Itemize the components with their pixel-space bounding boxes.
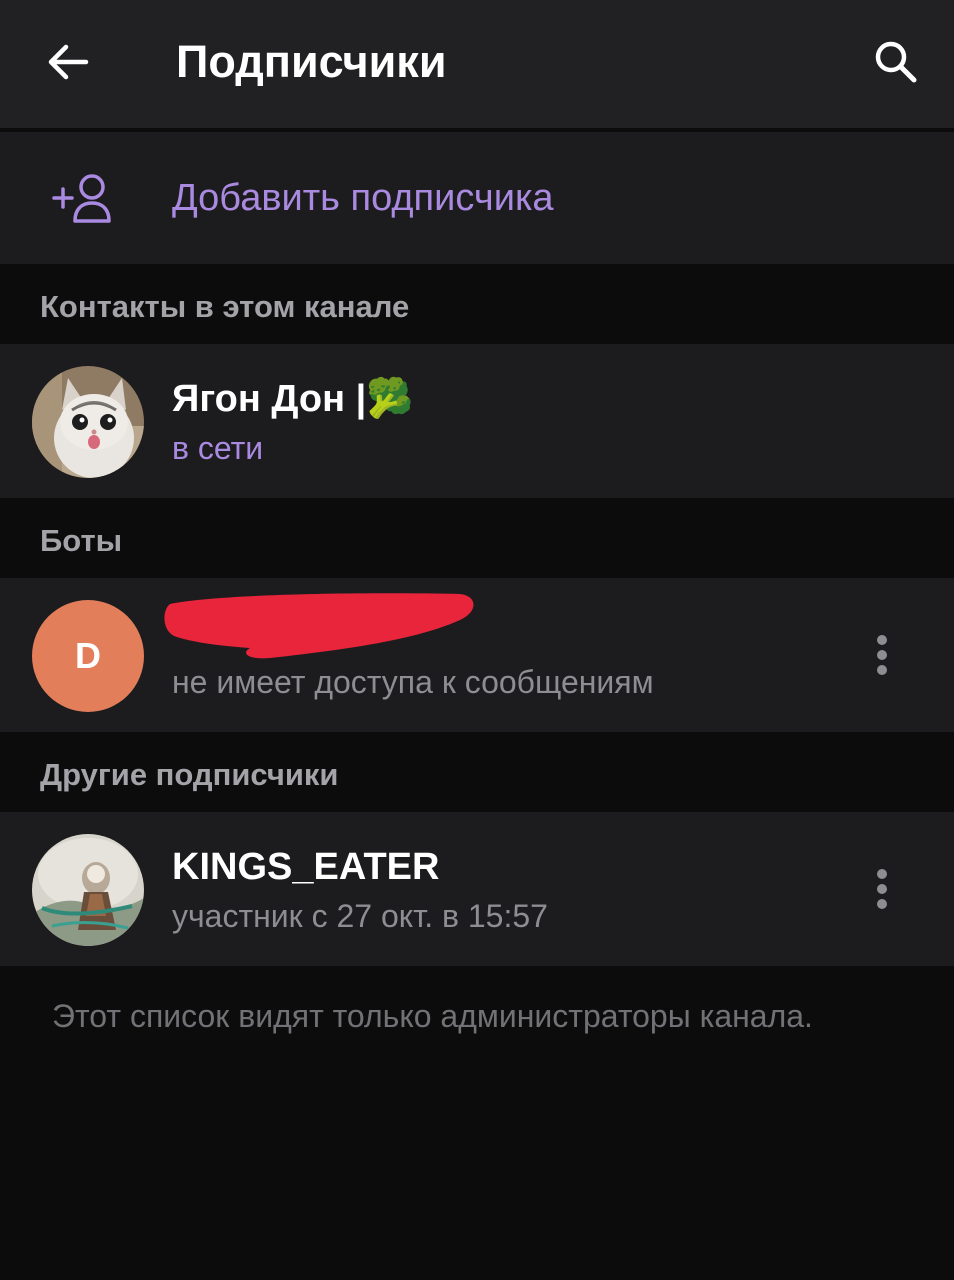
add-user-icon xyxy=(52,174,111,223)
contact-name: Ягон Дон |🥦 xyxy=(172,376,414,422)
avatar xyxy=(32,834,144,946)
avatar xyxy=(32,366,144,478)
subscribers-screen: Подписчики Добавить подписчика Контакты … xyxy=(0,0,954,1280)
redaction-scribble xyxy=(164,593,474,659)
section-label: Контакты в этом канале xyxy=(40,289,410,324)
contact-name-text: Ягон Дон | xyxy=(172,378,367,420)
section-label: Другие подписчики xyxy=(40,757,339,792)
add-subscriber-label: Добавить подписчика xyxy=(172,177,554,219)
more-options-button[interactable] xyxy=(862,630,902,680)
admin-only-note: Этот список видят только администраторы … xyxy=(52,998,813,1034)
avatar: D xyxy=(32,600,144,712)
search-icon xyxy=(875,41,917,83)
bot-status: не имеет доступа к сообщениям xyxy=(172,664,654,700)
add-subscriber-button[interactable]: Добавить подписчика xyxy=(0,132,954,264)
contact-status: в сети xyxy=(172,430,264,466)
section-header-contacts: Контакты в этом канале xyxy=(0,266,954,344)
more-vertical-icon xyxy=(877,869,887,909)
subscriber-status: участник с 27 окт. в 15:57 xyxy=(172,898,548,934)
page-title: Подписчики xyxy=(176,36,447,87)
section-label: Боты xyxy=(40,523,123,558)
more-options-button[interactable] xyxy=(862,864,902,914)
more-vertical-icon xyxy=(877,635,887,675)
section-header-bots: Боты xyxy=(0,500,954,578)
section-header-other: Другие подписчики xyxy=(0,734,954,812)
search-button[interactable] xyxy=(860,28,932,96)
subscriber-name: KINGS_EATER xyxy=(172,846,440,888)
back-button[interactable] xyxy=(30,28,106,96)
arrow-left-icon xyxy=(48,44,89,80)
list-item-subscriber[interactable]: KINGS_EATER участник с 27 окт. в 15:57 xyxy=(0,812,954,966)
broccoli-emoji: 🥦 xyxy=(366,378,414,420)
list-item-contact[interactable]: Ягон Дон |🥦 в сети xyxy=(0,344,954,498)
app-header: Подписчики xyxy=(0,0,954,128)
